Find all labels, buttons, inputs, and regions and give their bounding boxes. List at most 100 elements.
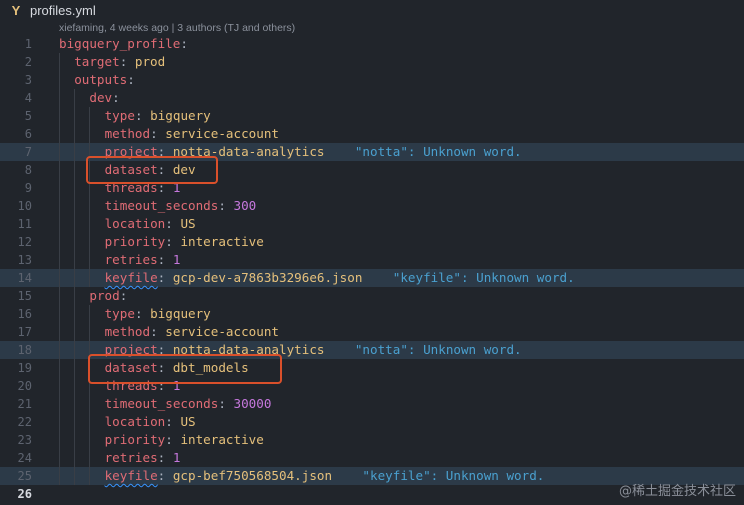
indent-guide: [59, 467, 60, 485]
indent-guide: [59, 287, 60, 305]
indent-guide: [59, 431, 60, 449]
git-blame-annotation[interactable]: xiefaming, 4 weeks ago | 3 authors (TJ a…: [59, 20, 295, 36]
yaml-key: location: [104, 414, 166, 429]
indent-guide: [74, 341, 76, 359]
code-line[interactable]: 16 type: bigquery: [0, 305, 744, 323]
yaml-value: gcp-bef750568504.json: [172, 468, 333, 483]
yaml-punctuation: :: [112, 90, 120, 105]
code-line[interactable]: 23 priority: interactive: [0, 431, 744, 449]
line-number: 12: [17, 235, 32, 249]
code-line[interactable]: 1 bigquery_profile:: [0, 35, 744, 53]
yaml-number: 1: [172, 450, 181, 465]
yaml-key: timeout_seconds: [104, 198, 219, 213]
yaml-punctuation: :: [165, 216, 181, 231]
yaml-punctuation: :: [119, 288, 128, 303]
line-number: 5: [24, 109, 32, 123]
indent-guide: [59, 233, 60, 251]
indent-guide: [74, 269, 76, 287]
yaml-key: retries: [104, 450, 158, 465]
indent-guide: [74, 197, 76, 215]
yaml-number: 30000: [233, 396, 272, 411]
line-number: 1: [24, 37, 32, 51]
yaml-key: target: [74, 54, 120, 69]
code-line[interactable]: 14 keyfile: gcp-dev-a7863b3296e6.json "ke…: [0, 269, 744, 287]
indent-guide: [89, 233, 91, 251]
yaml-key: retries: [104, 252, 158, 267]
indent-guide: [89, 467, 91, 485]
yaml-number: 1: [172, 252, 181, 267]
code-line[interactable]: 10 timeout_seconds: 300: [0, 197, 744, 215]
indent-guide: [74, 287, 76, 305]
tab-filename: profiles.yml: [30, 2, 96, 18]
code-text: retries: 1: [105, 251, 181, 269]
code-line[interactable]: 12 priority: interactive: [0, 233, 744, 251]
indent-guide: [74, 395, 76, 413]
yaml-value: prod: [134, 54, 166, 69]
code-text: target: prod: [74, 53, 165, 71]
indent-guide: [59, 143, 60, 161]
indent-guide: [74, 251, 76, 269]
indent-guide: [59, 179, 60, 197]
indent-guide: [74, 359, 76, 377]
yaml-number: 300: [233, 198, 257, 213]
code-line[interactable]: 22 location: US: [0, 413, 744, 431]
yaml-key: keyfile: [104, 468, 158, 483]
yaml-punctuation: :: [119, 54, 135, 69]
indent-guide: [59, 395, 60, 413]
line-number: 22: [17, 415, 32, 429]
yaml-punctuation: :: [150, 126, 166, 141]
yaml-value: interactive: [180, 432, 264, 447]
diagnostic-message: "keyfile": Unknown word.: [332, 468, 545, 483]
yaml-punctuation: :: [180, 36, 188, 51]
indent-guide: [74, 107, 76, 125]
indent-guide: [89, 395, 91, 413]
line-number: 18: [17, 343, 32, 357]
code-line[interactable]: 11 location: US: [0, 215, 744, 233]
code-line[interactable]: 2 target: prod: [0, 53, 744, 71]
indent-guide: [59, 449, 60, 467]
line-number: 10: [17, 199, 32, 213]
indent-guide: [59, 107, 60, 125]
line-number: 6: [24, 127, 32, 141]
code-line[interactable]: 17 method: service-account: [0, 323, 744, 341]
indent-guide: [89, 215, 91, 233]
code-text: timeout_seconds: 30000: [105, 395, 272, 413]
line-number: 3: [24, 73, 32, 87]
yaml-punctuation: :: [165, 414, 181, 429]
code-line[interactable]: 5 type: bigquery: [0, 107, 744, 125]
indent-guide: [89, 323, 91, 341]
yaml-punctuation: :: [165, 432, 181, 447]
yaml-key: method: [104, 126, 151, 141]
yaml-punctuation: :: [218, 198, 234, 213]
code-line[interactable]: 21 timeout_seconds: 30000: [0, 395, 744, 413]
yaml-punctuation: :: [157, 468, 173, 483]
line-number: 25: [17, 469, 32, 483]
indent-guide: [59, 269, 60, 287]
code-text: type: bigquery: [105, 107, 211, 125]
indent-guide: [74, 449, 76, 467]
code-text: keyfile: gcp-dev-a7863b3296e6.json "keyf…: [105, 269, 575, 287]
diagnostic-message: "notta": Unknown word.: [324, 144, 522, 159]
indent-guide: [74, 431, 76, 449]
diagnostic-message: "notta": Unknown word.: [324, 342, 522, 357]
indent-guide: [59, 341, 60, 359]
code-line[interactable]: 15 prod:: [0, 287, 744, 305]
yaml-key: method: [104, 324, 151, 339]
code-line[interactable]: 13 retries: 1: [0, 251, 744, 269]
code-text: location: US: [105, 215, 196, 233]
editor-tab[interactable]: Y profiles.yml: [0, 0, 744, 20]
yaml-value: interactive: [180, 234, 264, 249]
code-line[interactable]: 6 method: service-account: [0, 125, 744, 143]
line-number: 15: [17, 289, 32, 303]
yaml-key: prod: [89, 288, 120, 303]
code-line[interactable]: 24 retries: 1: [0, 449, 744, 467]
code-text: timeout_seconds: 300: [105, 197, 257, 215]
code-line[interactable]: 3 outputs:: [0, 71, 744, 89]
yaml-punctuation: :: [134, 108, 151, 123]
code-text: retries: 1: [105, 449, 181, 467]
code-text: type: bigquery: [105, 305, 211, 323]
line-number: 21: [17, 397, 32, 411]
indent-guide: [74, 89, 76, 107]
code-line[interactable]: 4 dev:: [0, 89, 744, 107]
code-editor[interactable]: 1 bigquery_profile: 2 target: prod 3 outputs:…: [0, 35, 744, 503]
